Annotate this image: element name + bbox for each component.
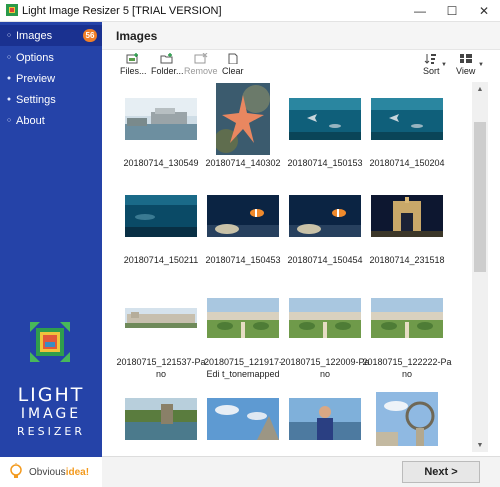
- add-files-icon: [126, 53, 139, 64]
- about-icon: ○: [6, 117, 12, 124]
- company-prefix: Obvious: [29, 466, 66, 478]
- view-button[interactable]: View: [456, 53, 475, 79]
- image-filename: 20180714_150153: [287, 158, 363, 168]
- toolbar: Files... Folder... Remove Clear Sort ▼ V…: [102, 50, 500, 80]
- image-thumbnail: [284, 281, 366, 355]
- sidebar-item-preview[interactable]: ● Preview: [0, 68, 102, 89]
- footer-bar: Next >: [102, 456, 500, 487]
- sidebar-item-label: About: [16, 114, 45, 127]
- sort-chevron-down-icon[interactable]: ▼: [441, 62, 447, 68]
- add-folder-button[interactable]: Folder...: [151, 53, 184, 79]
- view-label: View: [456, 66, 476, 76]
- image-thumbnail: [120, 179, 202, 253]
- sidebar-item-options[interactable]: ○ Options: [0, 47, 102, 68]
- page-title: Images: [116, 29, 158, 43]
- company-link[interactable]: Obviousidea!: [0, 457, 102, 487]
- minimize-icon: —: [414, 4, 426, 18]
- add-folder-icon: [160, 53, 173, 64]
- remove-button[interactable]: Remove: [184, 53, 218, 79]
- sidebar: ○ Images 56 ○ Options ● Preview ● Settin…: [0, 22, 102, 457]
- view-chevron-down-icon[interactable]: ▼: [478, 62, 484, 68]
- image-thumbnail: [366, 179, 448, 253]
- brand-line-light: LIGHT: [17, 384, 85, 406]
- sidebar-item-label: Settings: [16, 93, 56, 106]
- image-thumbnail: [284, 179, 366, 253]
- image-thumbnail: [284, 82, 366, 156]
- options-icon: ○: [6, 54, 12, 61]
- preview-icon: ●: [6, 75, 12, 82]
- sort-label: Sort: [423, 66, 440, 76]
- image-filename: 20180715_122009-Pa no: [280, 357, 370, 379]
- brand-logo-icon: [30, 322, 70, 362]
- image-thumbnail: [120, 82, 202, 156]
- image-thumbnail: [284, 382, 366, 452]
- scrollbar-thumb[interactable]: [474, 122, 486, 272]
- brand-line-image: IMAGE: [20, 406, 82, 422]
- main-header: Images: [102, 22, 500, 50]
- remove-label: Remove: [184, 66, 218, 76]
- image-thumbnail: [202, 382, 284, 452]
- remove-icon: [194, 53, 208, 64]
- image-thumbnail: [366, 382, 448, 452]
- scroll-up-icon[interactable]: ▲: [472, 82, 488, 96]
- clear-icon: [228, 53, 238, 64]
- image-filename: 20180714_130549: [123, 158, 199, 168]
- clear-button[interactable]: Clear: [222, 53, 244, 79]
- close-button[interactable]: ✕: [468, 0, 500, 22]
- image-thumbnail: [202, 281, 284, 355]
- title-bar: Light Image Resizer 5 [TRIAL VERSION] — …: [0, 0, 500, 22]
- image-filename: 20180714_150453: [205, 255, 281, 265]
- next-button[interactable]: Next >: [402, 461, 480, 483]
- add-folder-label: Folder...: [151, 66, 184, 76]
- image-filename: 20180714_231518: [369, 255, 445, 265]
- image-filename: 20180714_140302: [205, 158, 281, 168]
- sidebar-item-label: Preview: [16, 72, 56, 85]
- image-filename: 20180714_150211: [123, 255, 199, 265]
- image-thumbnail: [120, 382, 202, 452]
- image-thumbnail: [366, 281, 448, 355]
- image-thumbnail: [366, 82, 448, 156]
- window-title: Light Image Resizer 5 [TRIAL VERSION]: [22, 5, 222, 17]
- add-files-label: Files...: [120, 66, 147, 76]
- minimize-button[interactable]: —: [404, 0, 436, 22]
- lightbulb-icon: [10, 463, 22, 478]
- image-thumbnail: [202, 82, 284, 156]
- images-icon: ○: [6, 32, 12, 39]
- company-highlight: idea!: [65, 466, 90, 478]
- image-filename: 20180715_121917-Edi t_tonemapped: [203, 357, 283, 379]
- maximize-icon: ☐: [446, 4, 458, 18]
- image-thumbnail: [120, 281, 202, 355]
- clear-label: Clear: [222, 66, 244, 76]
- sidebar-item-label: Images: [16, 29, 53, 42]
- brand-line-resizer: RESIZER: [17, 425, 85, 438]
- app-icon: [6, 4, 18, 16]
- maximize-button[interactable]: ☐: [436, 0, 468, 22]
- sort-icon: [424, 54, 437, 64]
- image-filename: 20180715_121537-Pa no: [116, 357, 206, 379]
- company-name: Obviousidea!: [29, 467, 89, 478]
- sidebar-item-images[interactable]: ○ Images 56: [0, 25, 102, 46]
- vertical-scrollbar[interactable]: ▲ ▼: [472, 82, 488, 452]
- close-icon: ✕: [478, 4, 490, 18]
- image-grid[interactable]: 20180714_130549 20180714_140302 20180714_1…: [116, 82, 472, 452]
- sidebar-item-label: Options: [16, 51, 54, 64]
- image-filename: 20180715_122222-Pa no: [362, 357, 452, 379]
- add-files-button[interactable]: Files...: [120, 53, 147, 79]
- sidebar-item-settings[interactable]: ● Settings: [0, 89, 102, 110]
- settings-icon: ●: [6, 96, 12, 103]
- image-count-badge: 56: [83, 29, 97, 42]
- view-icon: [459, 54, 472, 63]
- sort-button[interactable]: Sort: [423, 53, 440, 79]
- sidebar-item-about[interactable]: ○ About: [0, 110, 102, 131]
- image-filename: 20180714_150454: [287, 255, 363, 265]
- image-filename: 20180714_150204: [369, 158, 445, 168]
- scroll-down-icon[interactable]: ▼: [472, 438, 488, 452]
- image-thumbnail: [202, 179, 284, 253]
